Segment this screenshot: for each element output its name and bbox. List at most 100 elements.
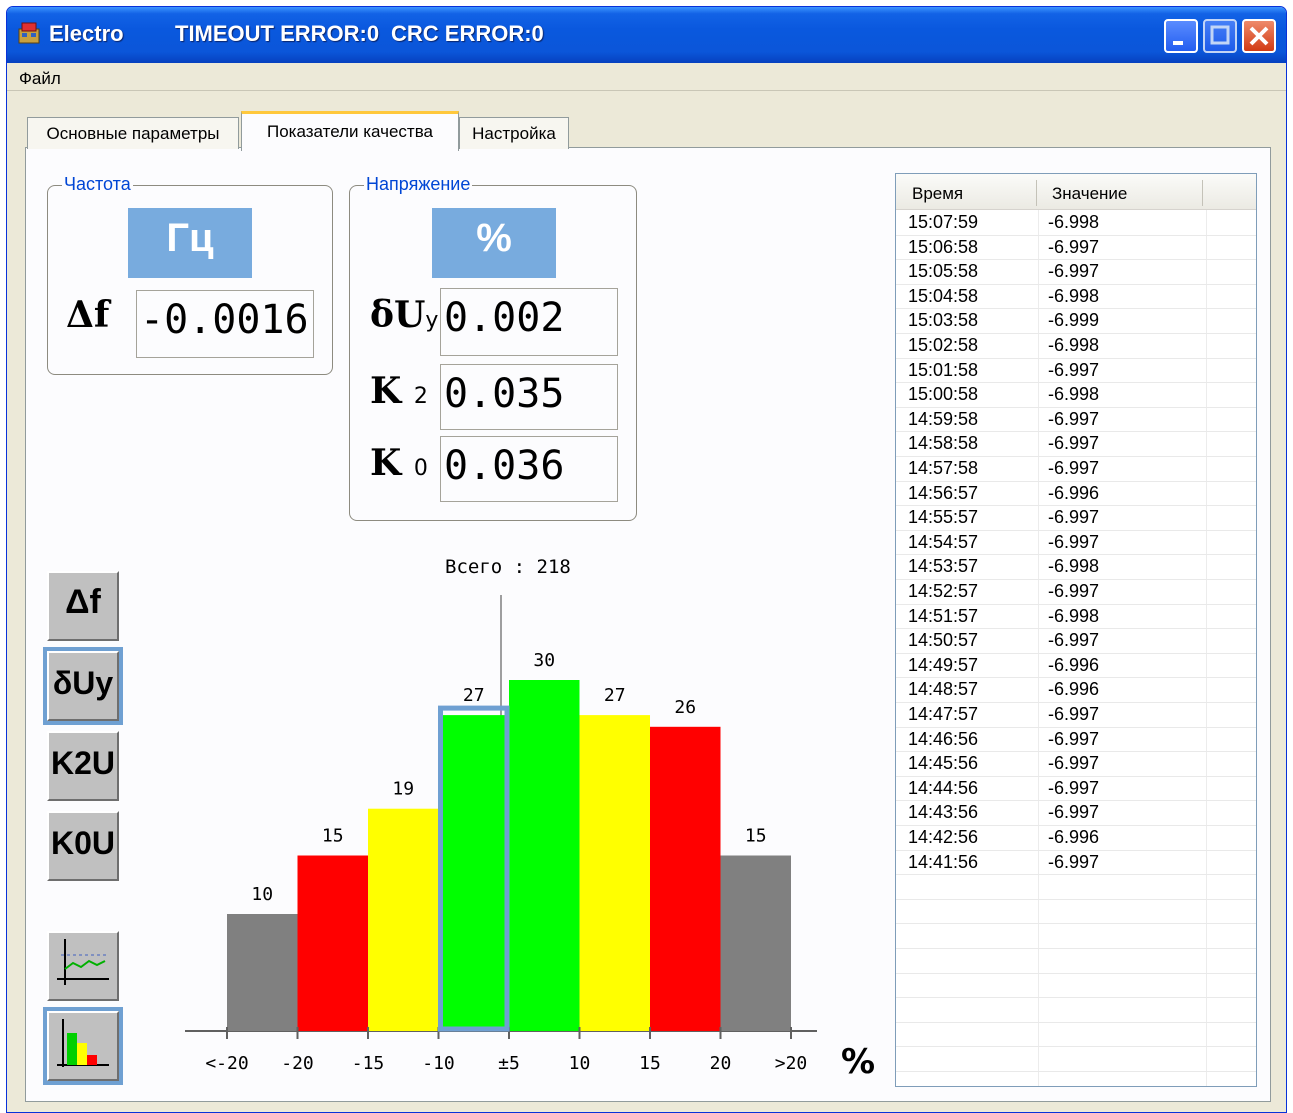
row-value: -6.997	[1048, 728, 1100, 749]
row-time: 15:01:58	[908, 359, 979, 380]
row-time: 14:43:56	[908, 802, 979, 823]
bar-value-label: 10	[251, 884, 273, 905]
table-row[interactable]: 14:45:56 -6.997	[896, 752, 1256, 777]
table-row[interactable]: 14:53:57 -6.998	[896, 555, 1256, 580]
table-row[interactable]: 14:50:57 -6.997	[896, 629, 1256, 654]
table-row[interactable]	[896, 924, 1256, 949]
row-value: -6.997	[1048, 531, 1100, 552]
histogram-bar	[438, 715, 509, 1031]
app-window: Electro TIMEOUT ERROR:0 CRC ERROR:0 Файл…	[6, 6, 1287, 1113]
row-time: 14:58:58	[908, 433, 979, 454]
frequency-unit-badge: Гц	[128, 208, 252, 278]
table-row[interactable]	[896, 1072, 1256, 1086]
table-row[interactable]: 14:49:57 -6.996	[896, 654, 1256, 679]
frequency-deviation-value: -0.0016	[136, 290, 314, 358]
table-row[interactable]	[896, 949, 1256, 974]
row-value: -6.998	[1048, 605, 1100, 626]
delta-u-button[interactable]: δUy	[43, 647, 123, 725]
row-value: -6.997	[1048, 581, 1100, 601]
histogram-chart: Всего : 218 10 15 19 27 30 27 26 15 <-20 -20 -15 -…	[185, 556, 875, 1082]
k0-value: 0.036	[440, 436, 618, 502]
table-header: Время Значение	[896, 174, 1256, 210]
bar-value-label: 15	[322, 826, 344, 847]
trend-chart-button[interactable]	[47, 931, 119, 1001]
voltage-deviation-value: 0.002	[440, 288, 618, 356]
table-row[interactable]: 14:47:57 -6.997	[896, 703, 1256, 728]
column-header-time[interactable]: Время	[912, 184, 963, 204]
delta-f-button[interactable]: Δf	[47, 571, 119, 641]
row-time: 15:06:58	[908, 236, 979, 257]
maximize-button[interactable]	[1203, 19, 1237, 53]
histogram-bar	[297, 855, 368, 1031]
row-value: -6.997	[1048, 753, 1100, 774]
close-button[interactable]	[1242, 19, 1276, 53]
table-row[interactable]: 15:06:58 -6.997	[896, 236, 1256, 261]
table-row[interactable]: 14:51:57 -6.998	[896, 605, 1256, 630]
row-value: -6.997	[1048, 851, 1100, 872]
table-row[interactable]	[896, 1023, 1256, 1048]
table-row[interactable]	[896, 900, 1256, 925]
table-row[interactable]: 14:59:58 -6.997	[896, 408, 1256, 433]
table-row[interactable]: 14:52:57 -6.997	[896, 580, 1256, 605]
row-value: -6.997	[1048, 236, 1100, 257]
table-row[interactable]: 14:42:56 -6.996	[896, 826, 1256, 851]
voltage-deviation-symbol: δUy	[370, 294, 439, 336]
history-table[interactable]: Время Значение 15:07:59 -6.998 15:06:58 -6.…	[895, 173, 1257, 1087]
row-value: -6.997	[1048, 507, 1100, 528]
chart-total-label: Всего : 218	[445, 556, 571, 578]
voltage-group: Напряжение % δUy 0.002 K 2 0.035 K 0 0.0…	[349, 174, 637, 521]
table-row[interactable]: 14:56:57 -6.996	[896, 482, 1256, 507]
tab-quality-indicators[interactable]: Показатели качества	[241, 111, 459, 151]
table-row[interactable]: 15:03:58 -6.999	[896, 309, 1256, 334]
k2u-button[interactable]: K2U	[47, 731, 119, 801]
table-row[interactable]: 14:57:58 -6.997	[896, 457, 1256, 482]
table-row[interactable]: 14:44:56 -6.997	[896, 777, 1256, 802]
table-row[interactable]	[896, 875, 1256, 900]
table-row[interactable]: 15:04:58 -6.998	[896, 285, 1256, 310]
row-value: -6.999	[1048, 310, 1100, 331]
table-row[interactable]	[896, 998, 1256, 1023]
table-row[interactable]: 14:41:56 -6.997	[896, 851, 1256, 876]
app-icon	[18, 22, 40, 44]
menu-bar: Файл	[7, 63, 1286, 91]
frequency-group: Частота Гц Δf -0.0016	[47, 174, 333, 375]
row-value: -6.998	[1048, 285, 1100, 306]
tab-main-parameters[interactable]: Основные параметры	[27, 117, 239, 149]
table-row[interactable]: 15:01:58 -6.997	[896, 359, 1256, 384]
table-row[interactable]	[896, 1047, 1256, 1072]
table-row[interactable]: 14:43:56 -6.997	[896, 801, 1256, 826]
table-row[interactable]: 15:07:59 -6.998	[896, 211, 1256, 236]
table-row[interactable]: 14:48:57 -6.996	[896, 678, 1256, 703]
row-value: -6.998	[1048, 556, 1100, 577]
table-row[interactable]: 14:46:56 -6.997	[896, 728, 1256, 753]
table-row[interactable]: 14:54:57 -6.997	[896, 531, 1256, 556]
row-time: 14:56:57	[908, 482, 979, 503]
table-row[interactable]: 15:02:58 -6.998	[896, 334, 1256, 359]
row-time: 14:48:57	[908, 679, 979, 700]
table-row[interactable]: 15:05:58 -6.997	[896, 260, 1256, 285]
table-row[interactable]: 14:58:58 -6.997	[896, 432, 1256, 457]
row-value: -6.996	[1048, 827, 1100, 847]
voltage-group-label: Напряжение	[364, 174, 473, 195]
row-value: -6.997	[1048, 777, 1100, 798]
row-time: 15:04:58	[908, 285, 979, 306]
x-tick-label: -20	[281, 1053, 314, 1074]
x-tick-label: ±5	[498, 1053, 520, 1074]
row-value: -6.998	[1048, 212, 1100, 232]
histogram-button[interactable]	[43, 1007, 123, 1085]
tab-settings[interactable]: Настройка	[459, 117, 569, 149]
table-row[interactable]: 14:55:57 -6.997	[896, 506, 1256, 531]
title-bar[interactable]: Electro TIMEOUT ERROR:0 CRC ERROR:0	[7, 7, 1286, 63]
table-row[interactable]	[896, 974, 1256, 999]
k0u-button[interactable]: K0U	[47, 811, 119, 881]
minimize-button[interactable]	[1164, 19, 1198, 53]
minimize-icon	[1173, 41, 1183, 45]
bar-value-label: 27	[463, 685, 485, 706]
menu-file[interactable]: Файл	[19, 69, 61, 89]
table-row[interactable]: 15:00:58 -6.998	[896, 383, 1256, 408]
frequency-symbol: Δf	[66, 294, 110, 336]
bar-value-label: 30	[533, 650, 555, 671]
row-time: 15:05:58	[908, 261, 979, 282]
column-header-value[interactable]: Значение	[1052, 184, 1127, 204]
row-time: 15:03:58	[908, 310, 979, 331]
